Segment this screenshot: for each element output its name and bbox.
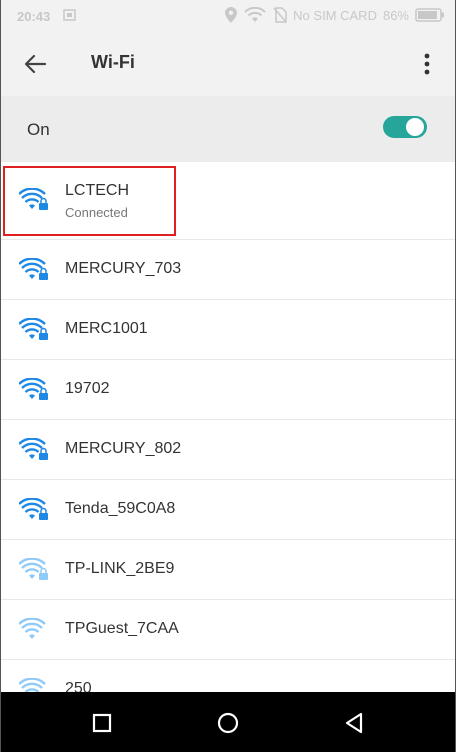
wifi-network-name: MERCURY_703 xyxy=(65,260,182,277)
location-icon xyxy=(225,7,238,23)
more-options-icon[interactable] xyxy=(415,50,439,78)
toggle-knob xyxy=(406,118,424,136)
back-icon[interactable] xyxy=(341,710,367,736)
wifi-status-icon xyxy=(244,7,266,22)
back-arrow-icon[interactable] xyxy=(19,48,51,80)
wifi-network-name: TPGuest_7CAA xyxy=(65,620,179,637)
status-time: 20:43 xyxy=(17,9,51,24)
wifi-network-name: TP-LINK_2BE9 xyxy=(65,560,175,577)
wifi-network-item[interactable]: MERCURY_703 xyxy=(1,240,455,300)
wifi-locked-icon xyxy=(19,558,48,580)
wifi-locked-icon xyxy=(19,378,48,400)
wifi-locked-icon xyxy=(19,438,48,460)
status-bar: 20:43 No SIM CARD 86% xyxy=(1,0,455,30)
wifi-locked-icon xyxy=(19,258,48,280)
page-title: Wi-Fi xyxy=(91,52,135,72)
wifi-network-name: MERCURY_802 xyxy=(65,440,182,457)
wifi-network-item[interactable]: Tenda_59C0A8 xyxy=(1,480,455,540)
wifi-icon xyxy=(19,618,46,639)
wifi-locked-icon xyxy=(19,498,48,520)
wifi-network-name: Tenda_59C0A8 xyxy=(65,500,176,517)
battery-icon xyxy=(415,8,444,22)
wifi-toggle-row[interactable]: On xyxy=(1,96,455,162)
sim-status-text: No SIM CARD xyxy=(293,7,377,23)
wifi-network-name: MERC1001 xyxy=(65,320,148,337)
recent-apps-icon[interactable] xyxy=(89,710,115,736)
wifi-network-item[interactable]: TP-LINK_2BE9 xyxy=(1,540,455,600)
wifi-network-item[interactable]: MERCURY_802 xyxy=(1,420,455,480)
home-icon[interactable] xyxy=(215,710,241,736)
wifi-network-item[interactable]: TPGuest_7CAA xyxy=(1,600,455,660)
no-sim-icon xyxy=(273,7,287,23)
wifi-network-name: 19702 xyxy=(65,380,110,397)
screen: 20:43 No SIM CARD 86% Wi-Fi On LCTECH Co… xyxy=(0,0,456,752)
wifi-locked-icon xyxy=(19,318,48,340)
screenshot-icon xyxy=(63,9,76,21)
app-bar: Wi-Fi xyxy=(1,30,455,96)
status-icons: No SIM CARD 86% xyxy=(225,6,445,24)
navigation-bar xyxy=(1,692,455,752)
wifi-network-item[interactable]: 19702 xyxy=(1,360,455,420)
battery-percent: 86% xyxy=(382,7,409,23)
wifi-toggle-switch[interactable] xyxy=(383,116,427,138)
wifi-toggle-label: On xyxy=(27,120,50,139)
wifi-network-list: LCTECH Connected MERCURY_703 MERC1001 19702 M… xyxy=(1,162,455,720)
highlight-box xyxy=(3,166,176,236)
wifi-network-item[interactable]: MERC1001 xyxy=(1,300,455,360)
